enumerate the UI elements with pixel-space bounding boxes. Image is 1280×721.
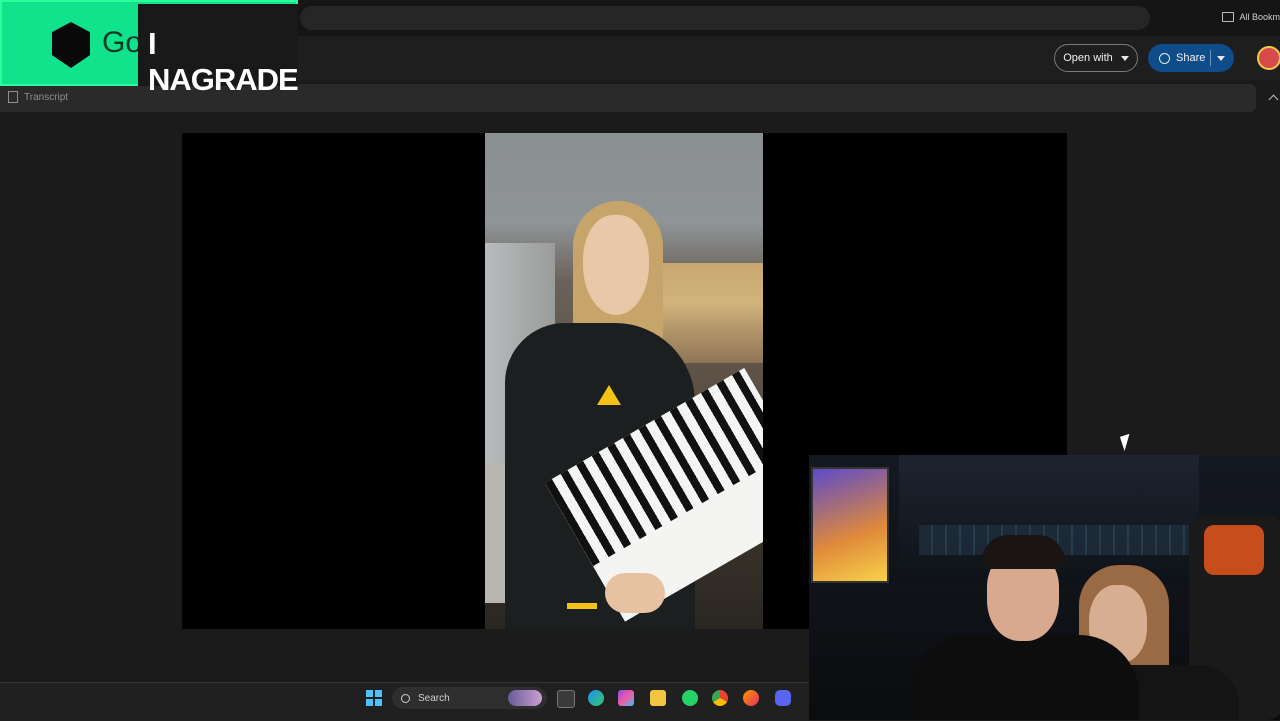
transcript-label: Transcript <box>24 91 69 103</box>
share-label: Share <box>1176 52 1206 64</box>
webcam-man-hair <box>981 535 1065 569</box>
video-person-head <box>583 215 649 315</box>
edge-icon[interactable] <box>588 690 604 706</box>
shield-icon <box>52 22 90 68</box>
open-with-button[interactable]: Open with <box>1054 44 1138 72</box>
search-icon <box>401 693 410 703</box>
bookmarks-label: All Bookm <box>1239 12 1280 22</box>
taskbar-search[interactable]: Search <box>392 687 547 709</box>
webcam-tv-screen <box>811 467 889 583</box>
sleeve-stripe <box>567 603 597 609</box>
bookmarks-bar[interactable]: All Bookm <box>1222 12 1280 22</box>
windows-start-icon[interactable] <box>366 690 382 706</box>
open-with-label: Open with <box>1063 52 1113 64</box>
transcript-icon <box>8 91 18 103</box>
stream-logo-overlay: Go I NAGRADE <box>0 0 299 97</box>
file-explorer-icon[interactable] <box>650 690 666 706</box>
chrome-icon[interactable] <box>712 690 728 706</box>
transcript-toggle[interactable]: Transcript <box>8 91 68 103</box>
webcam-man-body <box>909 635 1139 720</box>
caret-down-icon <box>1120 55 1129 61</box>
logo-name: I NAGRADE <box>148 26 299 97</box>
discord-icon[interactable] <box>775 690 791 706</box>
whatsapp-icon[interactable] <box>682 690 698 706</box>
task-view-icon[interactable] <box>557 690 575 708</box>
share-divider <box>1210 50 1211 66</box>
logo-partial-text: Go <box>102 26 143 59</box>
firefox-icon[interactable] <box>743 690 759 706</box>
search-highlight-image <box>508 690 542 706</box>
mouse-cursor-icon <box>1119 433 1135 452</box>
globe-icon <box>1159 52 1170 64</box>
folder-icon <box>1222 12 1235 22</box>
taskbar-search-label: Search <box>418 692 450 704</box>
address-bar[interactable] <box>300 6 1150 30</box>
caret-down-icon[interactable] <box>1217 56 1225 61</box>
video-hand <box>605 573 665 613</box>
gaming-chair-accent <box>1204 525 1264 575</box>
copilot-icon[interactable] <box>618 690 634 706</box>
webcam-overlay <box>809 455 1280 720</box>
collapse-icon[interactable] <box>1268 94 1279 105</box>
video-content[interactable] <box>485 133 763 629</box>
account-avatar[interactable] <box>1257 46 1280 70</box>
share-button[interactable]: Share <box>1148 44 1234 72</box>
